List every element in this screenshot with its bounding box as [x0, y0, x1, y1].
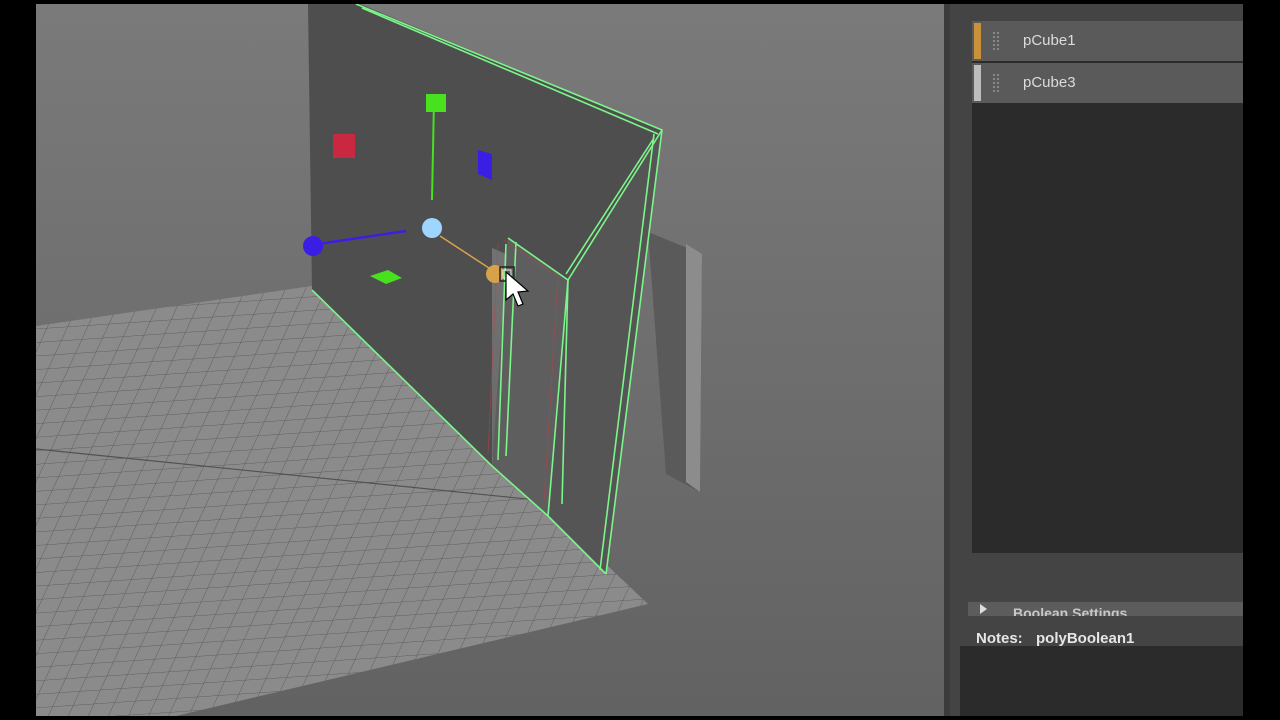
boolean-operand-list: pCube1 pCube3: [972, 21, 1243, 553]
viewport-scene[interactable]: [36, 4, 944, 716]
operand-color-swatch: [974, 65, 981, 101]
notes-textarea[interactable]: [960, 646, 1243, 716]
boolean-settings-section-header[interactable]: Boolean Settings: [968, 602, 1243, 616]
x-scale-handle[interactable]: [303, 236, 323, 256]
drag-handle-icon[interactable]: [992, 73, 1000, 93]
notes-node-name: polyBoolean1: [1036, 630, 1135, 647]
operand-row-pcube3[interactable]: pCube3: [972, 63, 1243, 103]
operand-label: pCube3: [1023, 74, 1076, 91]
y-scale-handle[interactable]: [426, 94, 446, 112]
x-plane-handle[interactable]: [333, 134, 355, 158]
back-cube-edge: [686, 244, 702, 492]
operand-row-pcube1[interactable]: pCube1: [972, 21, 1243, 61]
drag-handle-icon[interactable]: [992, 31, 1000, 51]
maya-window: pCube1 pCube3 Boolean Settings Notes: po…: [0, 0, 1280, 720]
expand-arrow-icon[interactable]: [980, 604, 987, 614]
section-label: Boolean Settings: [1013, 605, 1128, 616]
operand-label: pCube1: [1023, 32, 1076, 49]
center-handle[interactable]: [422, 218, 442, 238]
attribute-editor-panel: pCube1 pCube3 Boolean Settings Notes: po…: [950, 4, 1243, 716]
operand-color-swatch: [974, 23, 981, 59]
notes-label: Notes:: [976, 630, 1023, 647]
3d-viewport[interactable]: [36, 4, 944, 716]
